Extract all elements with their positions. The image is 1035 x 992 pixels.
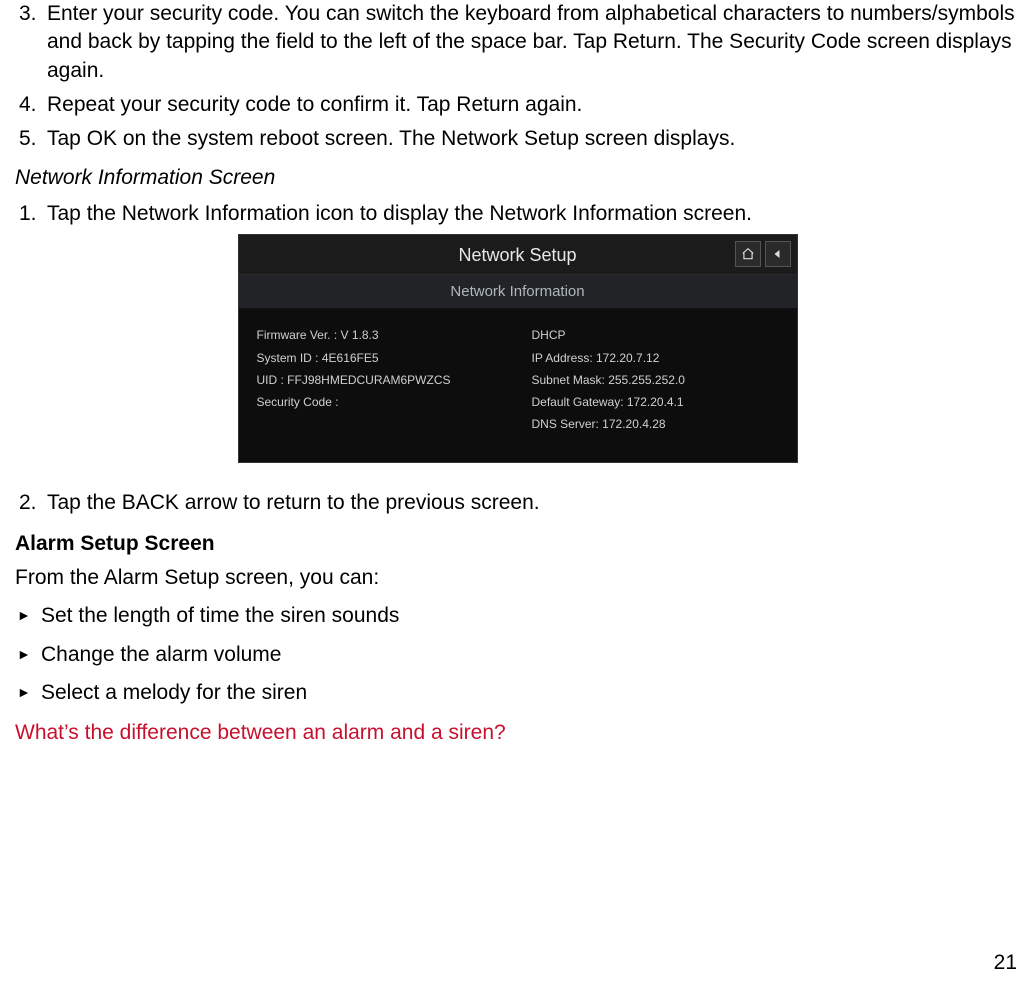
step-5: 5. Tap OK on the system reboot screen. T… [45, 125, 1020, 153]
step-text: Repeat your security code to confirm it.… [47, 93, 582, 116]
step-text: Tap the BACK arrow to return to the prev… [47, 491, 540, 514]
alarm-bullets: ► Set the length of time the siren sound… [15, 602, 1020, 707]
subnet-mask: Subnet Mask: 255.255.252.0 [532, 372, 779, 388]
step-3: 3. Enter your security code. You can swi… [45, 0, 1020, 85]
ip-address: IP Address: 172.20.7.12 [532, 350, 779, 366]
step-text: Tap the Network Information icon to disp… [47, 202, 752, 225]
step-number: 1. [19, 200, 37, 228]
step-text: Enter your security code. You can switch… [47, 2, 1015, 82]
step-text: Tap OK on the system reboot screen. The … [47, 127, 735, 150]
device-titlebar: Network Setup [239, 235, 797, 275]
dhcp-label: DHCP [532, 327, 779, 343]
dns-server: DNS Server: 172.20.4.28 [532, 416, 779, 432]
ordered-steps-continued: 3. Enter your security code. You can swi… [15, 0, 1020, 154]
bullet-alarm-volume: ► Change the alarm volume [15, 641, 1020, 669]
default-gateway: Default Gateway: 172.20.4.1 [532, 394, 779, 410]
network-info-step-1: 1. Tap the Network Information icon to d… [45, 200, 1020, 228]
home-icon[interactable] [735, 241, 761, 267]
device-screenshot: Network Setup Network Information Firmwa… [238, 234, 798, 463]
firmware-version: Firmware Ver. : V 1.8.3 [257, 327, 504, 343]
network-info-step-2: 2. Tap the BACK arrow to return to the p… [45, 489, 1020, 517]
network-info-steps: 1. Tap the Network Information icon to d… [15, 200, 1020, 228]
security-code: Security Code : [257, 394, 504, 410]
system-id: System ID : 4E616FE5 [257, 350, 504, 366]
alarm-siren-question: What’s the difference between an alarm a… [15, 719, 1020, 747]
triangle-bullet-icon: ► [17, 606, 31, 625]
step-4: 4. Repeat your security code to confirm … [45, 91, 1020, 119]
device-title-text: Network Setup [458, 243, 576, 267]
uid: UID : FFJ98HMEDCURAM6PWZCS [257, 372, 504, 388]
step-number: 4. [19, 91, 37, 119]
step-number: 5. [19, 125, 37, 153]
triangle-bullet-icon: ► [17, 645, 31, 664]
device-left-column: Firmware Ver. : V 1.8.3 System ID : 4E61… [257, 327, 504, 432]
bullet-select-melody: ► Select a melody for the siren [15, 679, 1020, 707]
device-right-column: DHCP IP Address: 172.20.7.12 Subnet Mask… [532, 327, 779, 432]
triangle-bullet-icon: ► [17, 683, 31, 702]
network-info-heading: Network Information Screen [15, 164, 1020, 192]
back-icon[interactable] [765, 241, 791, 267]
device-body: Firmware Ver. : V 1.8.3 System ID : 4E61… [239, 309, 797, 462]
step-number: 3. [19, 0, 37, 28]
device-subtitle: Network Information [239, 275, 797, 309]
bullet-siren-length: ► Set the length of time the siren sound… [15, 602, 1020, 630]
alarm-setup-heading: Alarm Setup Screen [15, 530, 1020, 558]
page-number: 21 [994, 949, 1017, 977]
network-info-steps-cont: 2. Tap the BACK arrow to return to the p… [15, 489, 1020, 517]
step-number: 2. [19, 489, 37, 517]
alarm-intro: From the Alarm Setup screen, you can: [15, 564, 1020, 592]
